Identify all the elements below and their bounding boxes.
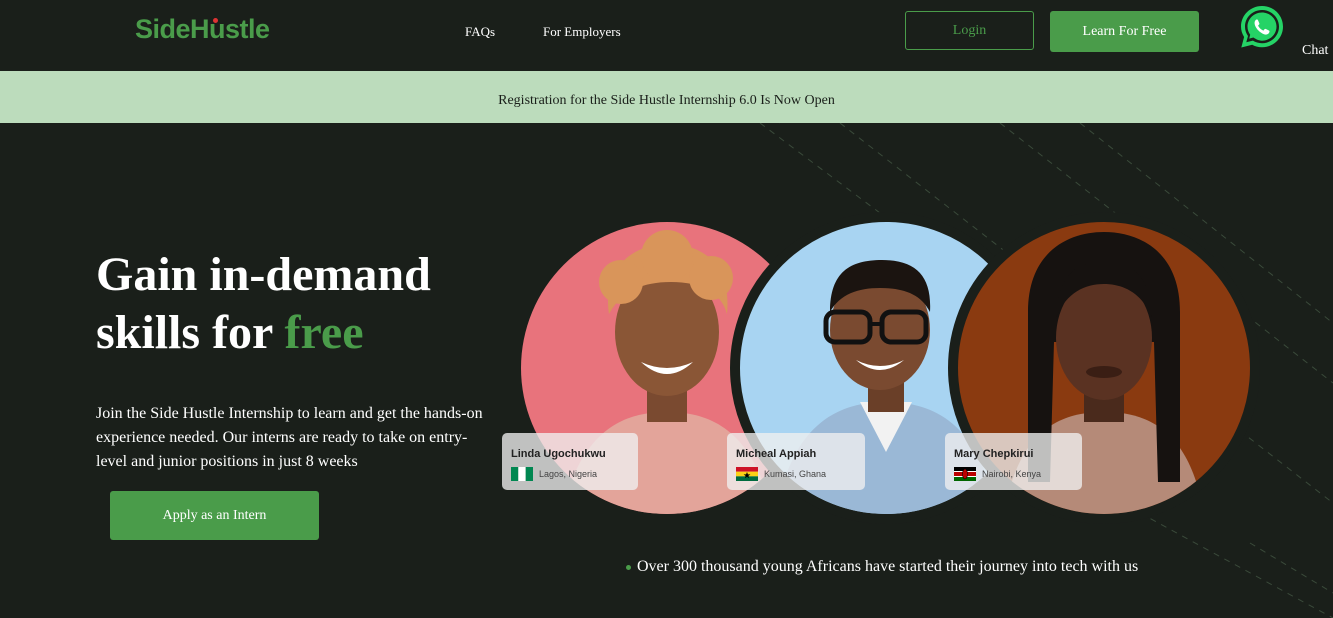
hero-subtitle: Join the Side Hustle Internship to learn… bbox=[96, 405, 483, 470]
intern-name: Linda Ugochukwu bbox=[511, 448, 606, 460]
intern-card: Mary Chepkirui Nairobi, Kenya bbox=[945, 433, 1082, 490]
kenya-flag-icon bbox=[954, 467, 976, 481]
chat-label[interactable]: Chat bbox=[1302, 43, 1328, 59]
nav-link-faqs[interactable]: FAQs bbox=[465, 24, 495, 40]
logo-dot bbox=[213, 18, 218, 23]
intern-card: Linda Ugochukwu Lagos, Nigeria bbox=[502, 433, 638, 490]
intern-location: Lagos, Nigeria bbox=[539, 469, 598, 479]
apply-as-intern-button[interactable]: Apply as an Intern bbox=[110, 491, 319, 540]
site-logo[interactable]: SideHustle bbox=[135, 14, 270, 45]
nav-link-for-employers[interactable]: For Employers bbox=[543, 24, 621, 40]
intern-name: Micheal Appiah bbox=[736, 448, 817, 460]
top-nav: SideHustle FAQs For Employers Login Lear… bbox=[0, 0, 1333, 71]
stat-bullet-icon bbox=[626, 564, 631, 570]
ghana-flag-icon bbox=[736, 467, 758, 481]
hero-title: Gain in-demand skills for free bbox=[96, 246, 516, 362]
intern-location: Kumasi, Ghana bbox=[764, 469, 827, 479]
intern-name: Mary Chepkirui bbox=[954, 448, 1034, 460]
banner-text: Registration for the Side Hustle Interns… bbox=[498, 93, 835, 108]
login-button[interactable]: Login bbox=[905, 11, 1034, 50]
announcement-banner[interactable]: Registration for the Side Hustle Interns… bbox=[0, 71, 1333, 123]
nigeria-flag-icon bbox=[511, 467, 533, 481]
hero-title-line1: Gain in-demand bbox=[96, 248, 431, 301]
intern-location: Nairobi, Kenya bbox=[982, 469, 1042, 479]
whatsapp-icon[interactable] bbox=[1238, 3, 1286, 51]
stat-line: Over 300 thousand young Africans have st… bbox=[626, 558, 1138, 576]
logo-text: SideHustle bbox=[135, 14, 270, 44]
hero-title-line2: skills for bbox=[96, 306, 285, 359]
hero-title-accent: free bbox=[284, 306, 364, 359]
stat-text: Over 300 thousand young Africans have st… bbox=[637, 558, 1139, 575]
intern-card: Micheal Appiah Kumasi, Ghana bbox=[727, 433, 865, 490]
learn-for-free-button[interactable]: Learn For Free bbox=[1050, 11, 1199, 52]
